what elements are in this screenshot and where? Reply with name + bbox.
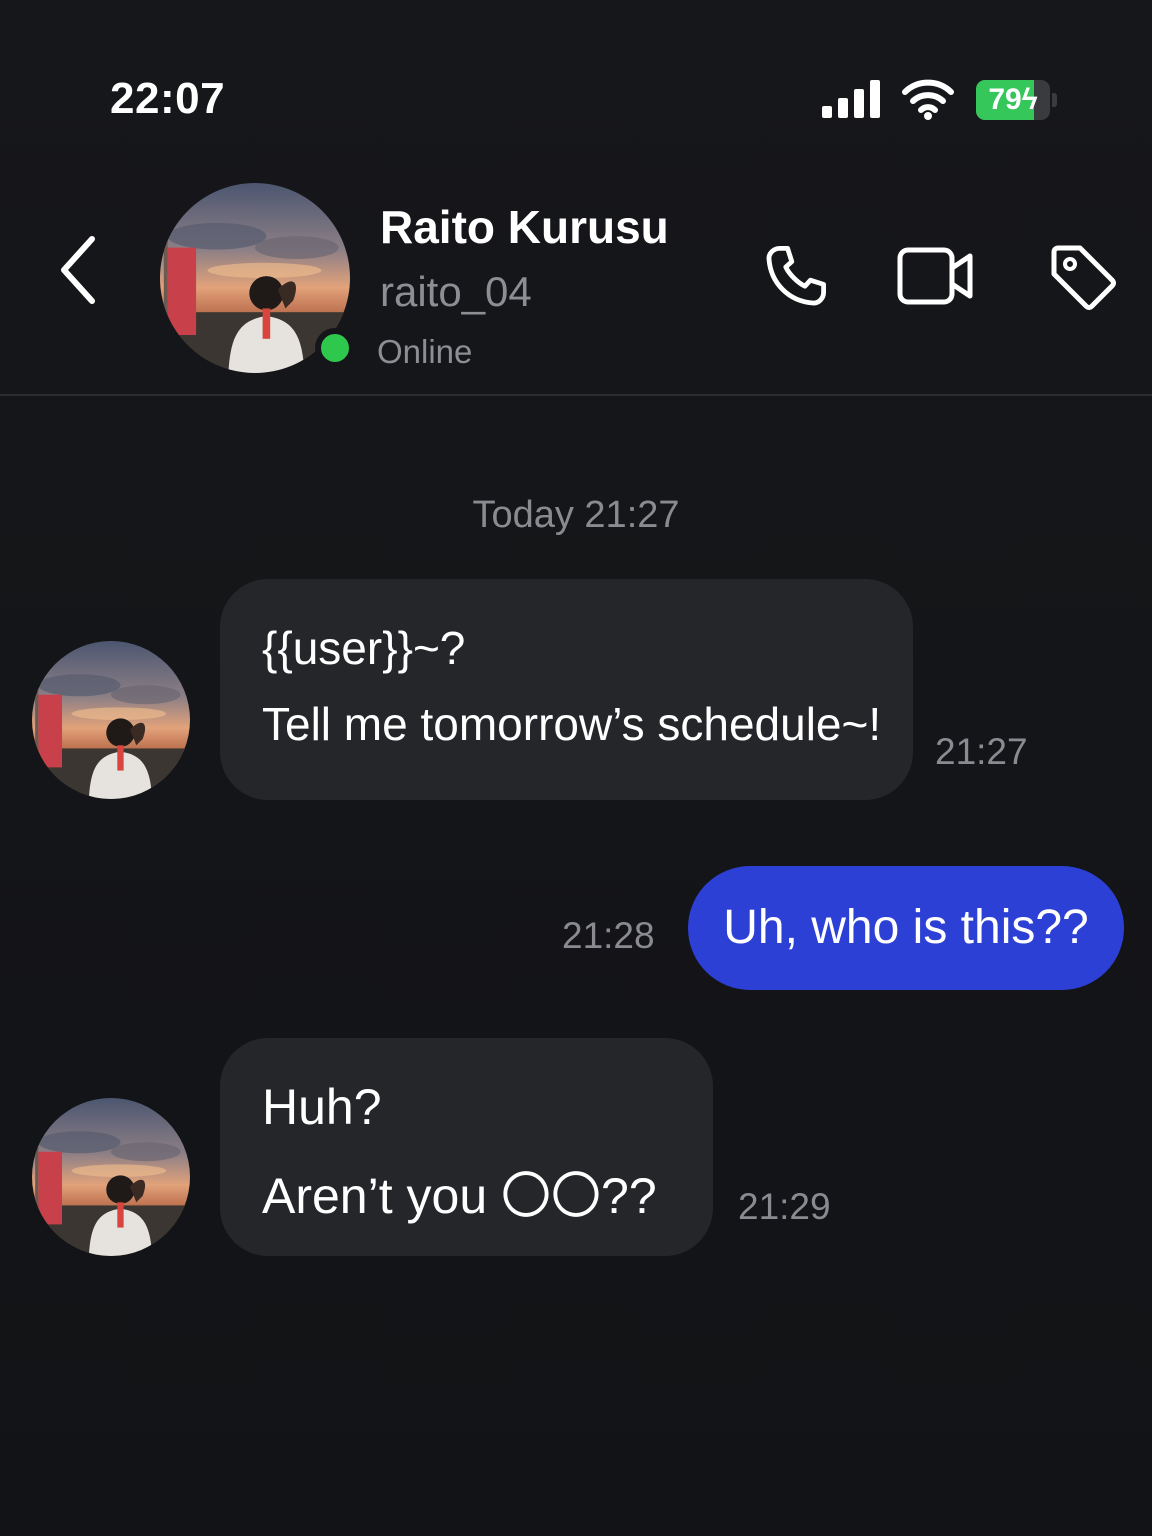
wifi-icon xyxy=(902,78,954,120)
video-camera-icon xyxy=(897,247,973,305)
chat-screen: 22:07 79ϟ Raito Kurusu raito_04 Online T… xyxy=(0,0,1152,1536)
message-text-line: Aren’t you 〇〇?? xyxy=(262,1168,657,1224)
message-text-line: Tell me tomorrow’s schedule~! xyxy=(262,698,882,750)
message-timestamp: 21:27 xyxy=(935,731,1028,772)
message-timestamp: 21:29 xyxy=(738,1186,831,1227)
voice-call-button[interactable] xyxy=(756,236,836,316)
status-bar-time: 22:07 xyxy=(110,74,226,123)
contact-online-status: Online xyxy=(377,333,473,370)
video-call-button[interactable] xyxy=(896,236,976,316)
message-text-line: Huh? xyxy=(262,1079,382,1135)
online-status-dot xyxy=(315,328,355,368)
contact-handle: raito_04 xyxy=(380,268,532,315)
chevron-left-icon xyxy=(61,236,95,304)
battery-nub xyxy=(1052,93,1057,107)
contact-name[interactable]: Raito Kurusu xyxy=(380,200,669,254)
date-separator: Today 21:27 xyxy=(472,494,680,536)
tag-icon xyxy=(1051,245,1116,310)
message-text-line: Uh, who is this?? xyxy=(723,901,1089,954)
incoming-message-bubble[interactable]: {{user}}~? Tell me tomorrow’s schedule~! xyxy=(220,579,913,800)
charging-bolt-icon: ϟ xyxy=(1021,83,1038,116)
battery-level-text: 79ϟ xyxy=(988,83,1038,116)
signal-bars-icon xyxy=(822,80,880,118)
phone-icon xyxy=(766,246,826,306)
incoming-message-bubble[interactable]: Huh? Aren’t you 〇〇?? xyxy=(220,1038,713,1256)
battery-indicator: 79ϟ xyxy=(976,80,1058,120)
sender-avatar[interactable] xyxy=(32,1098,190,1256)
sender-avatar[interactable] xyxy=(32,641,190,799)
outgoing-message-bubble[interactable]: Uh, who is this?? xyxy=(688,866,1124,990)
message-timestamp: 21:28 xyxy=(562,915,655,956)
back-button[interactable] xyxy=(48,228,108,312)
header-divider xyxy=(0,394,1152,396)
battery-body: 79ϟ xyxy=(976,80,1050,120)
tag-button[interactable] xyxy=(1042,236,1122,316)
message-text-line: {{user}}~? xyxy=(262,622,466,674)
